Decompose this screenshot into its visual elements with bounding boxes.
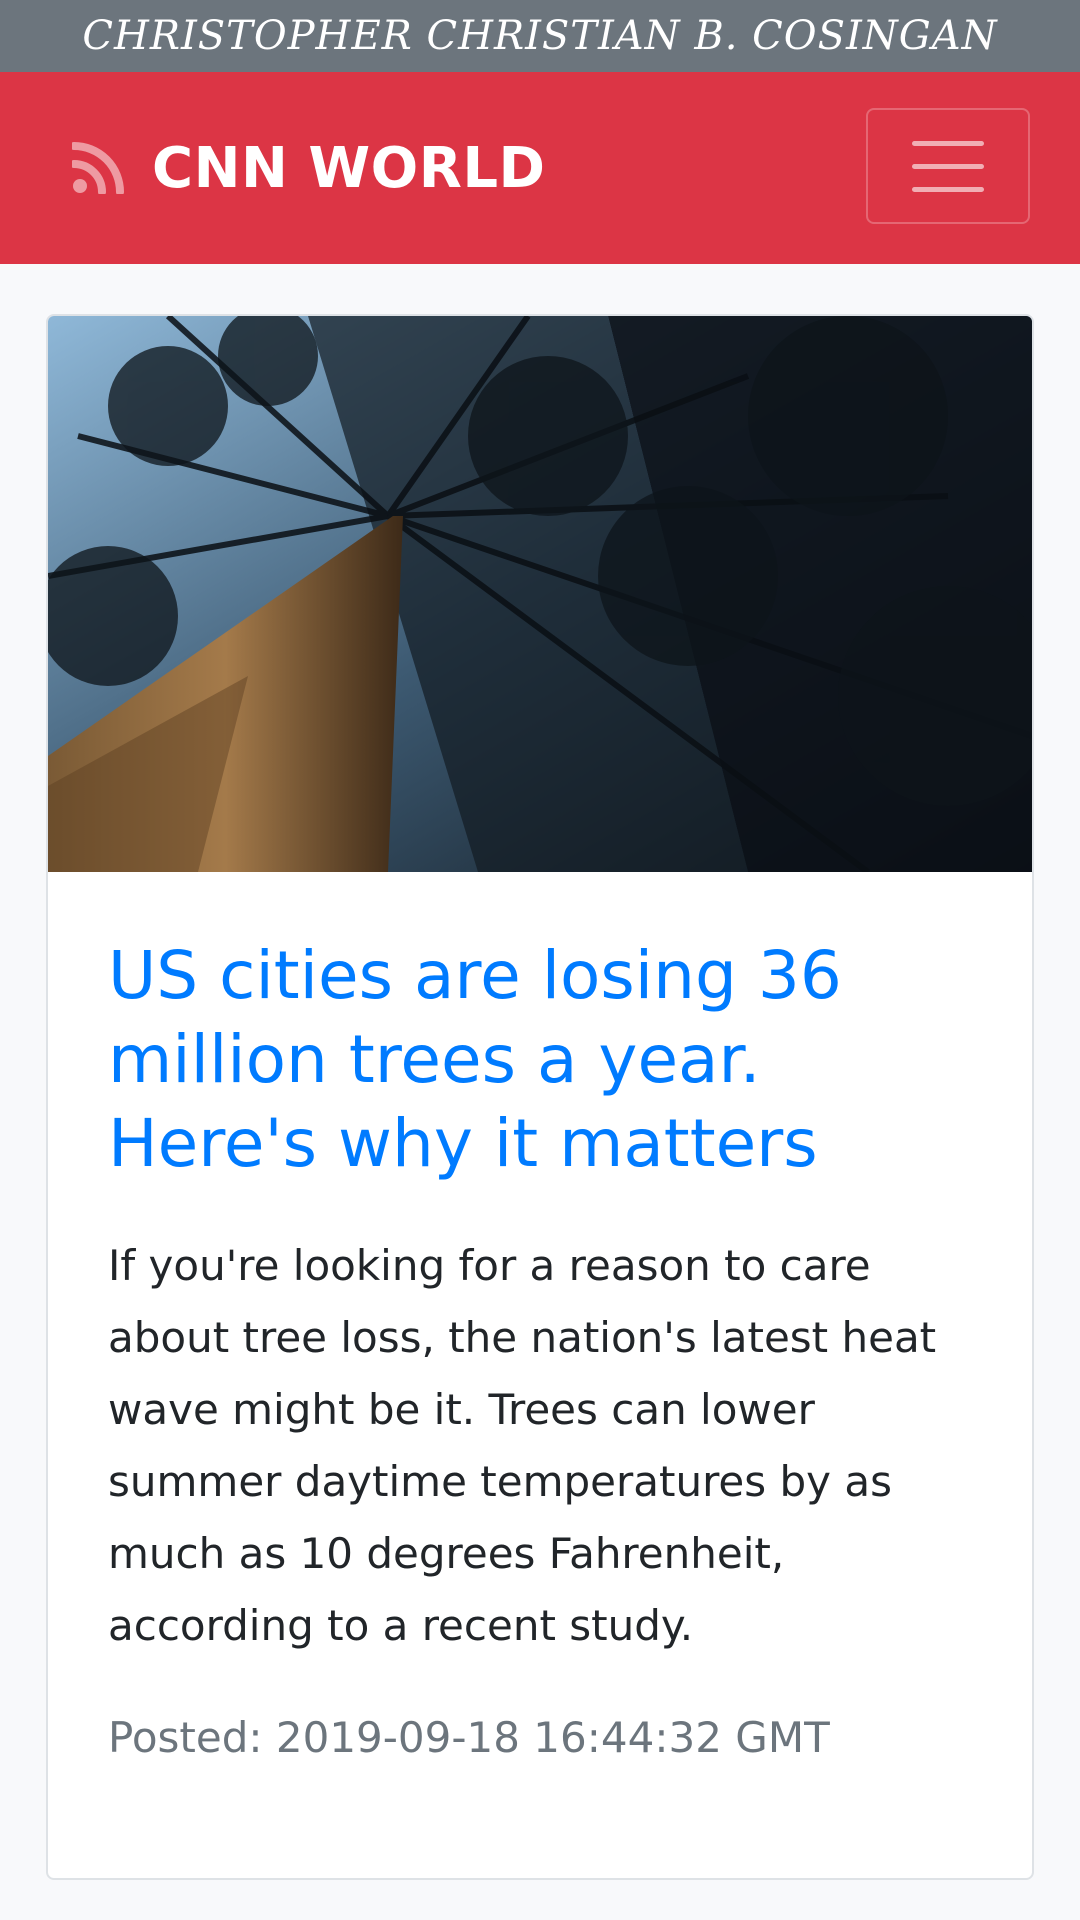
posted-timestamp: Posted: 2019-09-18 16:44:32 GMT [108,1713,830,1762]
article-title-link[interactable]: US cities are losing 36 million trees a … [108,934,972,1186]
hamburger-menu-icon [912,140,984,146]
navbar-toggler-button[interactable] [866,108,1030,224]
article-description: If you're looking for a reason to care a… [108,1241,937,1650]
article-card: US cities are losing 36 million trees a … [46,314,1034,1880]
navbar-brand[interactable]: CNN WORLD [72,72,546,264]
article-image[interactable] [48,316,1032,872]
brand-title: CNN WORLD [152,135,546,201]
article-card-body: US cities are losing 36 million trees a … [48,872,1032,1768]
rss-icon [72,142,124,194]
author-bar: CHRISTOPHER CHRISTIAN B. COSINGAN [0,0,1080,72]
author-name: CHRISTOPHER CHRISTIAN B. COSINGAN [82,13,998,59]
navbar: CNN WORLD [0,72,1080,264]
